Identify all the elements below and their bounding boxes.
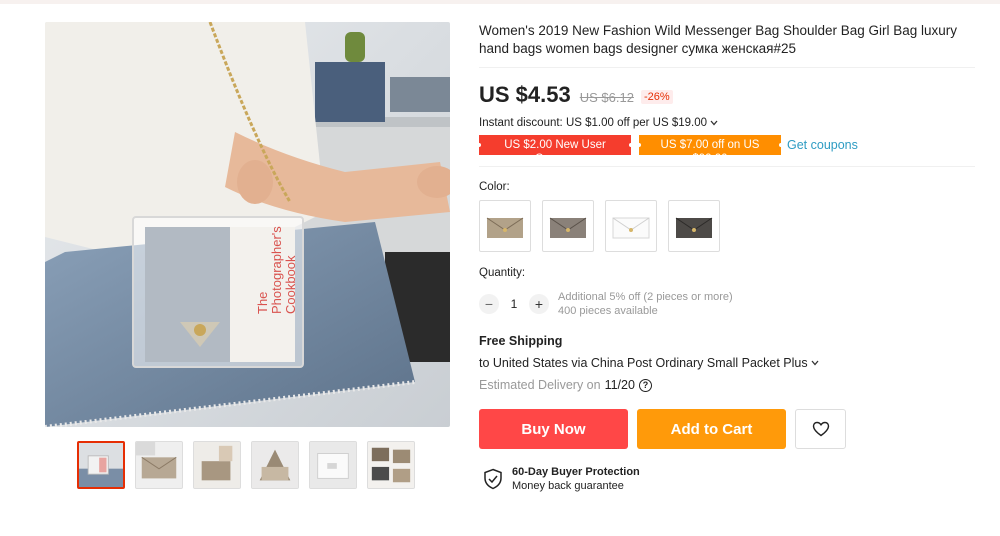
current-price: US $4.53 xyxy=(479,82,571,107)
quantity-value[interactable]: 1 xyxy=(499,297,529,311)
shield-check-icon xyxy=(484,468,502,490)
estimated-delivery-date: 11/20 xyxy=(604,378,635,392)
stock-note: 400 pieces available xyxy=(558,305,658,317)
heart-icon xyxy=(812,421,829,437)
buyer-protection: 60-Day Buyer Protection Money back guara… xyxy=(483,466,979,492)
shipping-method[interactable]: to United States via China Post Ordinary… xyxy=(479,356,979,370)
color-option-snakeskin-brown[interactable] xyxy=(479,200,531,252)
top-border xyxy=(0,0,1000,4)
divider xyxy=(479,67,975,68)
thumbnail-2[interactable] xyxy=(135,441,183,489)
store-coupon[interactable]: US $7.00 off on US $99.00 xyxy=(637,135,783,165)
instant-discount[interactable]: Instant discount: US $1.00 off per US $1… xyxy=(479,117,979,129)
quantity-stepper: − 1 + Additional 5% off (2 pieces or mor… xyxy=(479,290,979,318)
buy-now-button[interactable]: Buy Now xyxy=(479,409,628,449)
thumbnail-1[interactable] xyxy=(77,441,125,489)
buyer-protection-title: 60-Day Buyer Protection xyxy=(512,466,640,478)
color-swatches xyxy=(479,200,979,252)
quantity-note: Additional 5% off (2 pieces or more) 400… xyxy=(558,290,733,318)
new-user-coupon[interactable]: US $2.00 New User Coupon xyxy=(477,135,633,165)
thumbnail-6[interactable] xyxy=(367,441,415,489)
estimated-delivery: Estimated Delivery on 11/20 ? xyxy=(479,378,979,392)
bulk-discount-note: Additional 5% off (2 pieces or more) xyxy=(558,291,733,303)
shipping-title: Free Shipping xyxy=(479,334,563,348)
main-product-image[interactable]: The Photographer's Cookbook xyxy=(45,22,450,427)
price-row: US $4.53 US $6.12 -26% xyxy=(479,82,979,108)
quantity-plus-button[interactable]: + xyxy=(529,294,549,314)
product-info: Women's 2019 New Fashion Wild Messenger … xyxy=(477,22,979,492)
chevron-down-icon xyxy=(710,118,718,128)
buyer-protection-text: 60-Day Buyer Protection Money back guara… xyxy=(512,466,640,492)
color-label: Color: xyxy=(479,181,510,193)
original-price: US $6.12 xyxy=(579,90,634,105)
action-buttons: Buy Now Add to Cart xyxy=(479,409,979,449)
coupon-row: US $2.00 New User Coupon US $7.00 off on… xyxy=(477,135,979,165)
instant-discount-text: Instant discount: US $1.00 off per US $1… xyxy=(479,117,708,129)
thumbnail-4[interactable] xyxy=(251,441,299,489)
quantity-minus-button[interactable]: − xyxy=(479,294,499,314)
thumbnail-strip xyxy=(77,441,415,489)
color-option-transparent-white[interactable] xyxy=(605,200,657,252)
quantity-label: Quantity: xyxy=(479,267,526,279)
thumbnail-3[interactable] xyxy=(193,441,241,489)
color-option-snakeskin-dark[interactable] xyxy=(668,200,720,252)
get-coupons-link[interactable]: Get coupons xyxy=(787,138,858,152)
estimated-delivery-label: Estimated Delivery on xyxy=(479,378,601,392)
divider xyxy=(479,166,975,167)
buyer-protection-subtitle: Money back guarantee xyxy=(512,480,624,492)
question-icon[interactable]: ? xyxy=(638,378,652,392)
shipping-method-text: to United States via China Post Ordinary… xyxy=(479,356,808,370)
discount-badge: -26% xyxy=(640,90,673,104)
chevron-down-icon xyxy=(811,358,819,368)
product-title: Women's 2019 New Fashion Wild Messenger … xyxy=(479,23,958,56)
thumbnail-5[interactable] xyxy=(309,441,357,489)
add-to-cart-button[interactable]: Add to Cart xyxy=(637,409,786,449)
color-option-snakeskin-grey[interactable] xyxy=(542,200,594,252)
wishlist-button[interactable] xyxy=(795,409,846,449)
